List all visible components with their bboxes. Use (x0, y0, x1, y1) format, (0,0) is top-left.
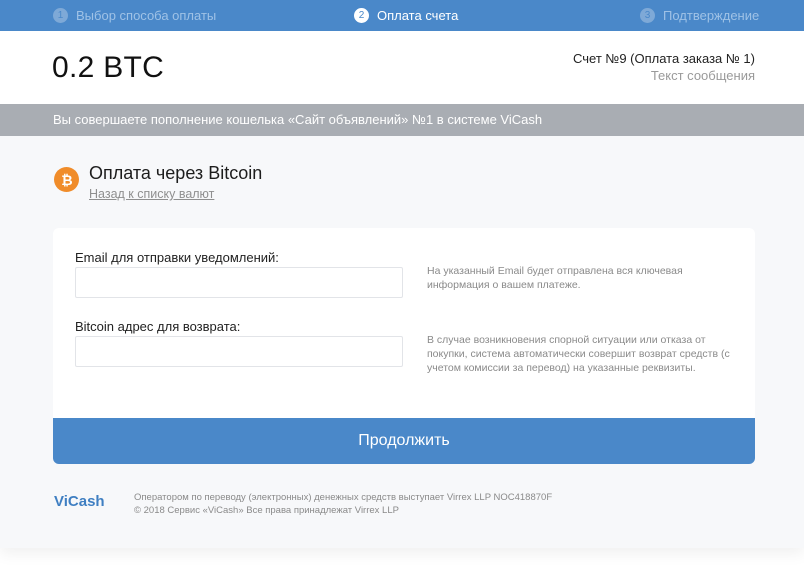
continue-button[interactable]: Продолжить (53, 418, 755, 464)
refund-hint: В случае возникновения спорной ситуации … (427, 334, 730, 374)
stepper: 1 Выбор способа оплаты 2 Оплата счета 3 … (0, 0, 804, 31)
payment-form: Email для отправки уведомлений: На указа… (53, 228, 755, 428)
vicash-logo: ViCash (54, 493, 105, 510)
footer-legal: Оператором по переводу (электронных) ден… (134, 491, 552, 517)
bitcoin-icon: ₿ (54, 167, 79, 192)
footer-copyright: © 2018 Сервис «ViCash» Все права принадл… (134, 505, 399, 516)
invoice-header: 0.2 BTC Счет №9 (Оплата заказа № 1) Текс… (0, 31, 804, 104)
payment-amount: 0.2 BTC (52, 51, 165, 84)
step-payment-method: 1 Выбор способа оплаты (53, 0, 216, 31)
step-number: 2 (354, 8, 369, 23)
invoice-message: Текст сообщения (650, 68, 755, 83)
footer-operator-text: Оператором по переводу (электронных) ден… (134, 492, 553, 503)
step-label: Оплата счета (377, 8, 459, 23)
step-number: 1 (53, 8, 68, 23)
step-number: 3 (640, 8, 655, 23)
step-label: Подтверждение (663, 8, 760, 23)
email-hint: На указанный Email будет отправлена вся … (427, 265, 683, 291)
payment-method-title: Оплата через Bitcoin (89, 163, 263, 183)
email-field[interactable] (75, 267, 403, 298)
step-confirmation: 3 Подтверждение (640, 0, 759, 31)
step-invoice-payment: 2 Оплата счета (354, 0, 458, 31)
refund-address-label: Bitcoin адрес для возврата: (75, 319, 241, 334)
step-label: Выбор способа оплаты (76, 8, 217, 23)
refund-address-field[interactable] (75, 336, 403, 367)
payment-card: 1 Выбор способа оплаты 2 Оплата счета 3 … (0, 0, 804, 548)
email-label: Email для отправки уведомлений: (75, 250, 279, 265)
info-bar: Вы совершаете пополнение кошелька «Сайт … (0, 104, 804, 136)
back-to-currencies-link[interactable]: Назад к списку валют (89, 187, 214, 201)
svg-text:₿: ₿ (61, 173, 72, 188)
invoice-title: Счет №9 (Оплата заказа № 1) (573, 51, 755, 66)
